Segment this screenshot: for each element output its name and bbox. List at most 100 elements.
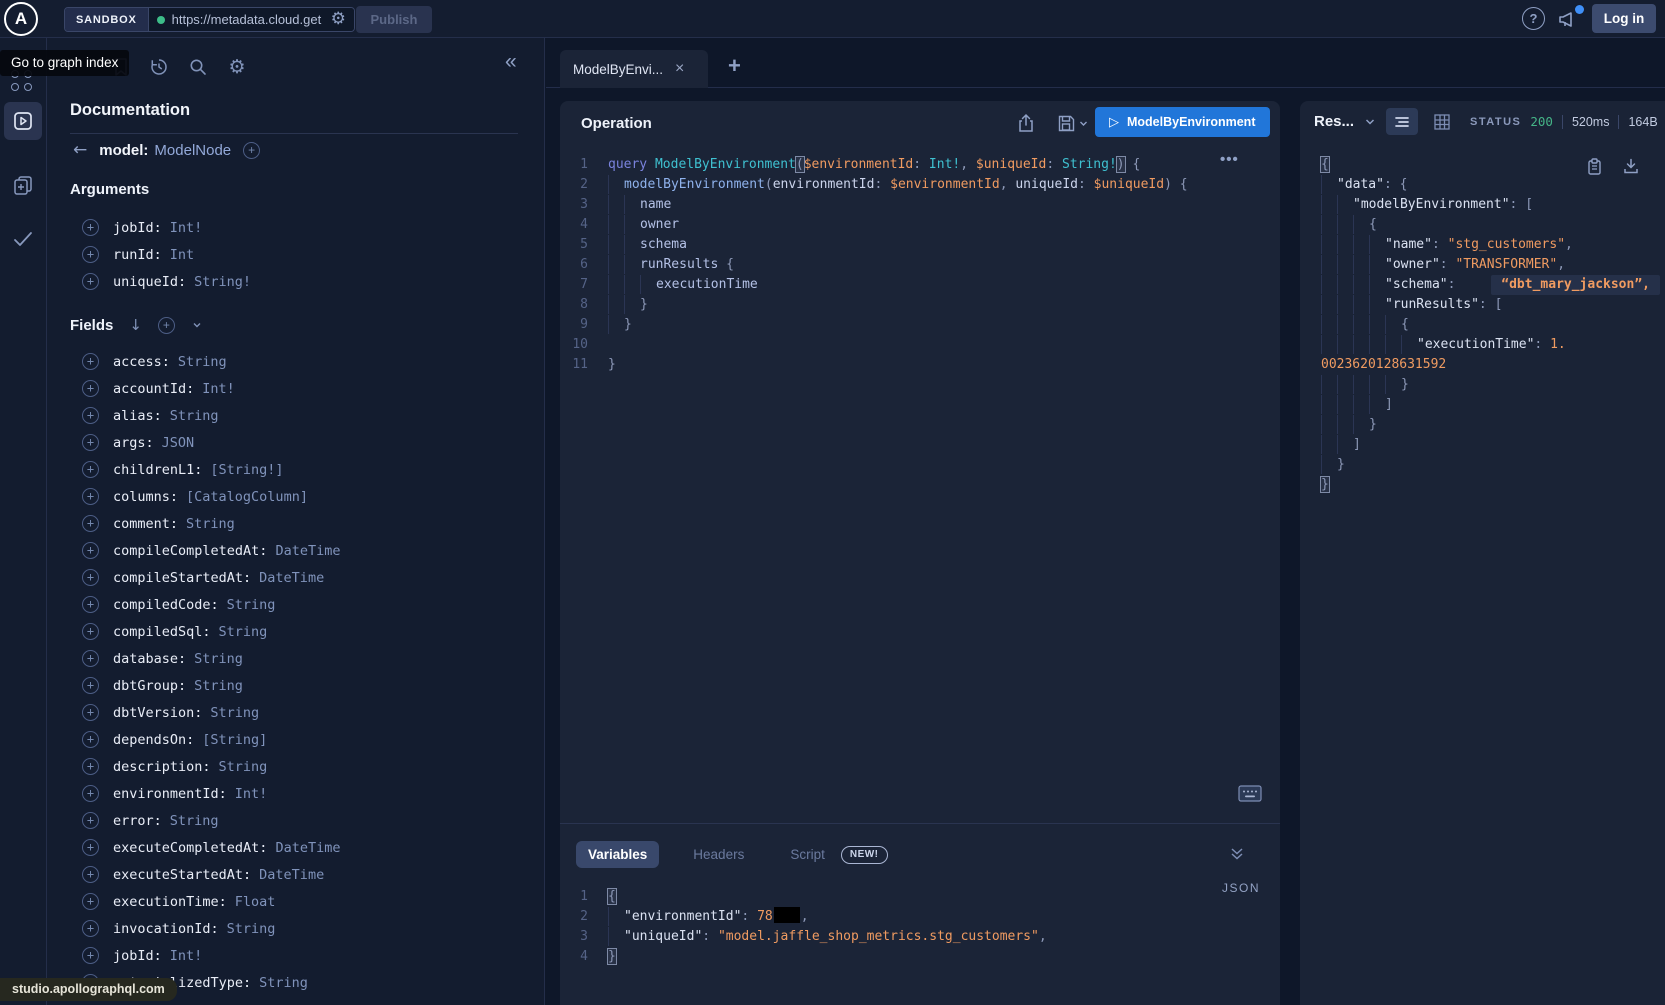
field-name[interactable]: compiledCode: [113,597,219,613]
response-view-json-button[interactable] [1386,108,1418,135]
collapse-sidebar-icon[interactable]: « [505,50,517,74]
doc-field-row[interactable]: columns:[CatalogColumn] [82,483,340,510]
doc-field-row[interactable]: executeStartedAt:DateTime [82,861,340,888]
run-operation-button[interactable]: ▷ ModelByEnvironment [1095,107,1270,137]
field-name[interactable]: executeCompletedAt: [113,840,267,856]
new-tab-button[interactable]: + [728,53,741,79]
field-type[interactable]: String [227,921,276,937]
save-icon[interactable] [1055,112,1077,134]
field-type[interactable]: String [194,651,243,667]
variables-editor[interactable]: 1{2"environmentId": 78,3"uniqueId": "mod… [560,887,1047,967]
field-type[interactable]: Int! [235,786,268,802]
doc-type-name[interactable]: ModelNode [154,142,231,159]
field-type[interactable]: [String!] [210,462,283,478]
add-field-icon[interactable] [82,542,99,559]
field-type[interactable]: String [186,516,235,532]
add-type-icon[interactable] [243,142,260,159]
add-field-icon[interactable] [82,488,99,505]
doc-field-row[interactable]: uniqueId:String! [82,268,251,295]
tab-headers[interactable]: Headers [681,841,756,868]
field-name[interactable]: alias: [113,408,162,424]
doc-field-row[interactable]: database:String [82,645,340,672]
field-name[interactable]: comment: [113,516,178,532]
add-field-icon[interactable] [82,920,99,937]
settings-gear-icon[interactable]: ⚙ [225,55,249,79]
doc-field-row[interactable]: executeCompletedAt: DateTime [82,834,340,861]
field-type[interactable]: [CatalogColumn] [186,489,308,505]
keyboard-shortcuts-icon[interactable] [1238,785,1262,802]
field-type[interactable]: Float [235,894,276,910]
add-field-icon[interactable] [82,219,99,236]
field-name[interactable]: jobId: [113,948,162,964]
field-type[interactable]: JSON [162,435,195,451]
response-title[interactable]: Res... [1314,113,1354,130]
doc-field-row[interactable]: jobId: Int! [82,942,340,969]
field-name[interactable]: uniqueId: [113,274,186,290]
doc-field-row[interactable]: invocationId: String [82,915,340,942]
doc-field-row[interactable]: description: String [82,753,340,780]
doc-field-row[interactable]: compileCompletedAt: DateTime [82,537,340,564]
field-type[interactable]: DateTime [259,570,324,586]
add-field-icon[interactable] [82,380,99,397]
add-field-icon[interactable] [82,812,99,829]
field-name[interactable]: runId: [113,247,162,263]
add-field-icon[interactable] [82,569,99,586]
publish-button[interactable]: Publish [356,6,432,33]
sort-fields-icon[interactable]: ↓ [129,316,142,334]
add-field-icon[interactable] [82,866,99,883]
field-type[interactable]: Int! [170,948,203,964]
field-type[interactable]: DateTime [275,840,340,856]
field-name[interactable]: description: [113,759,211,775]
login-button[interactable]: Log in [1592,4,1656,33]
back-arrow-icon[interactable]: ← [73,140,87,160]
field-type[interactable]: String [219,759,268,775]
field-name[interactable]: compiledSql: [113,624,211,640]
announcements-button[interactable] [1556,7,1584,33]
doc-field-row[interactable]: executionTime:Float [82,888,340,915]
field-name[interactable]: executeStartedAt: [113,867,251,883]
add-field-icon[interactable] [82,461,99,478]
field-type[interactable]: String [194,678,243,694]
field-name[interactable]: args: [113,435,154,451]
field-name[interactable]: jobId: [113,220,162,236]
field-name[interactable]: environmentId: [113,786,227,802]
add-field-icon[interactable] [82,947,99,964]
field-type[interactable]: [String] [202,732,267,748]
field-name[interactable]: error: [113,813,162,829]
doc-field-row[interactable]: compiledCode:String [82,591,340,618]
doc-field-row[interactable]: access:String [82,348,340,375]
add-field-icon[interactable] [82,273,99,290]
doc-field-row[interactable]: compileStartedAt:DateTime [82,564,340,591]
doc-field-row[interactable]: error: String [82,807,340,834]
add-field-icon[interactable] [82,515,99,532]
field-name[interactable]: invocationId: [113,921,219,937]
endpoint-settings-icon[interactable]: ⚙ [331,11,346,28]
sidebar-item-checklist[interactable] [4,220,42,258]
search-icon[interactable] [186,55,210,79]
response-view-table-button[interactable] [1430,111,1454,133]
field-type[interactable]: String [219,624,268,640]
field-type[interactable]: String [170,408,219,424]
operation-editor[interactable]: 1query ModelByEnvironment($environmentId… [560,155,1188,375]
add-field-icon[interactable] [82,785,99,802]
doc-field-row[interactable]: dependsOn: [String] [82,726,340,753]
field-name[interactable]: dependsOn: [113,732,194,748]
endpoint-url-text[interactable]: https://metadata.cloud.get [172,12,324,27]
add-field-icon[interactable] [82,839,99,856]
field-type[interactable]: DateTime [275,543,340,559]
doc-field-row[interactable]: accountId:Int! [82,375,340,402]
editor-overflow-menu-icon[interactable]: ••• [1220,151,1239,168]
doc-field-row[interactable]: compiledSql: String [82,618,340,645]
field-name[interactable]: compileCompletedAt: [113,543,267,559]
endpoint-url-field[interactable]: https://metadata.cloud.get ⚙ [149,8,354,31]
field-type[interactable]: String [170,813,219,829]
add-field-icon[interactable] [82,407,99,424]
add-all-fields-icon[interactable] [158,317,175,334]
doc-field-row[interactable]: comment: String [82,510,340,537]
add-field-icon[interactable] [82,650,99,667]
sidebar-item-explorer[interactable] [4,102,42,140]
panel-divider[interactable] [560,823,1280,824]
tab-script[interactable]: Script [778,841,829,868]
share-icon[interactable] [1015,112,1037,134]
add-field-icon[interactable] [82,246,99,263]
